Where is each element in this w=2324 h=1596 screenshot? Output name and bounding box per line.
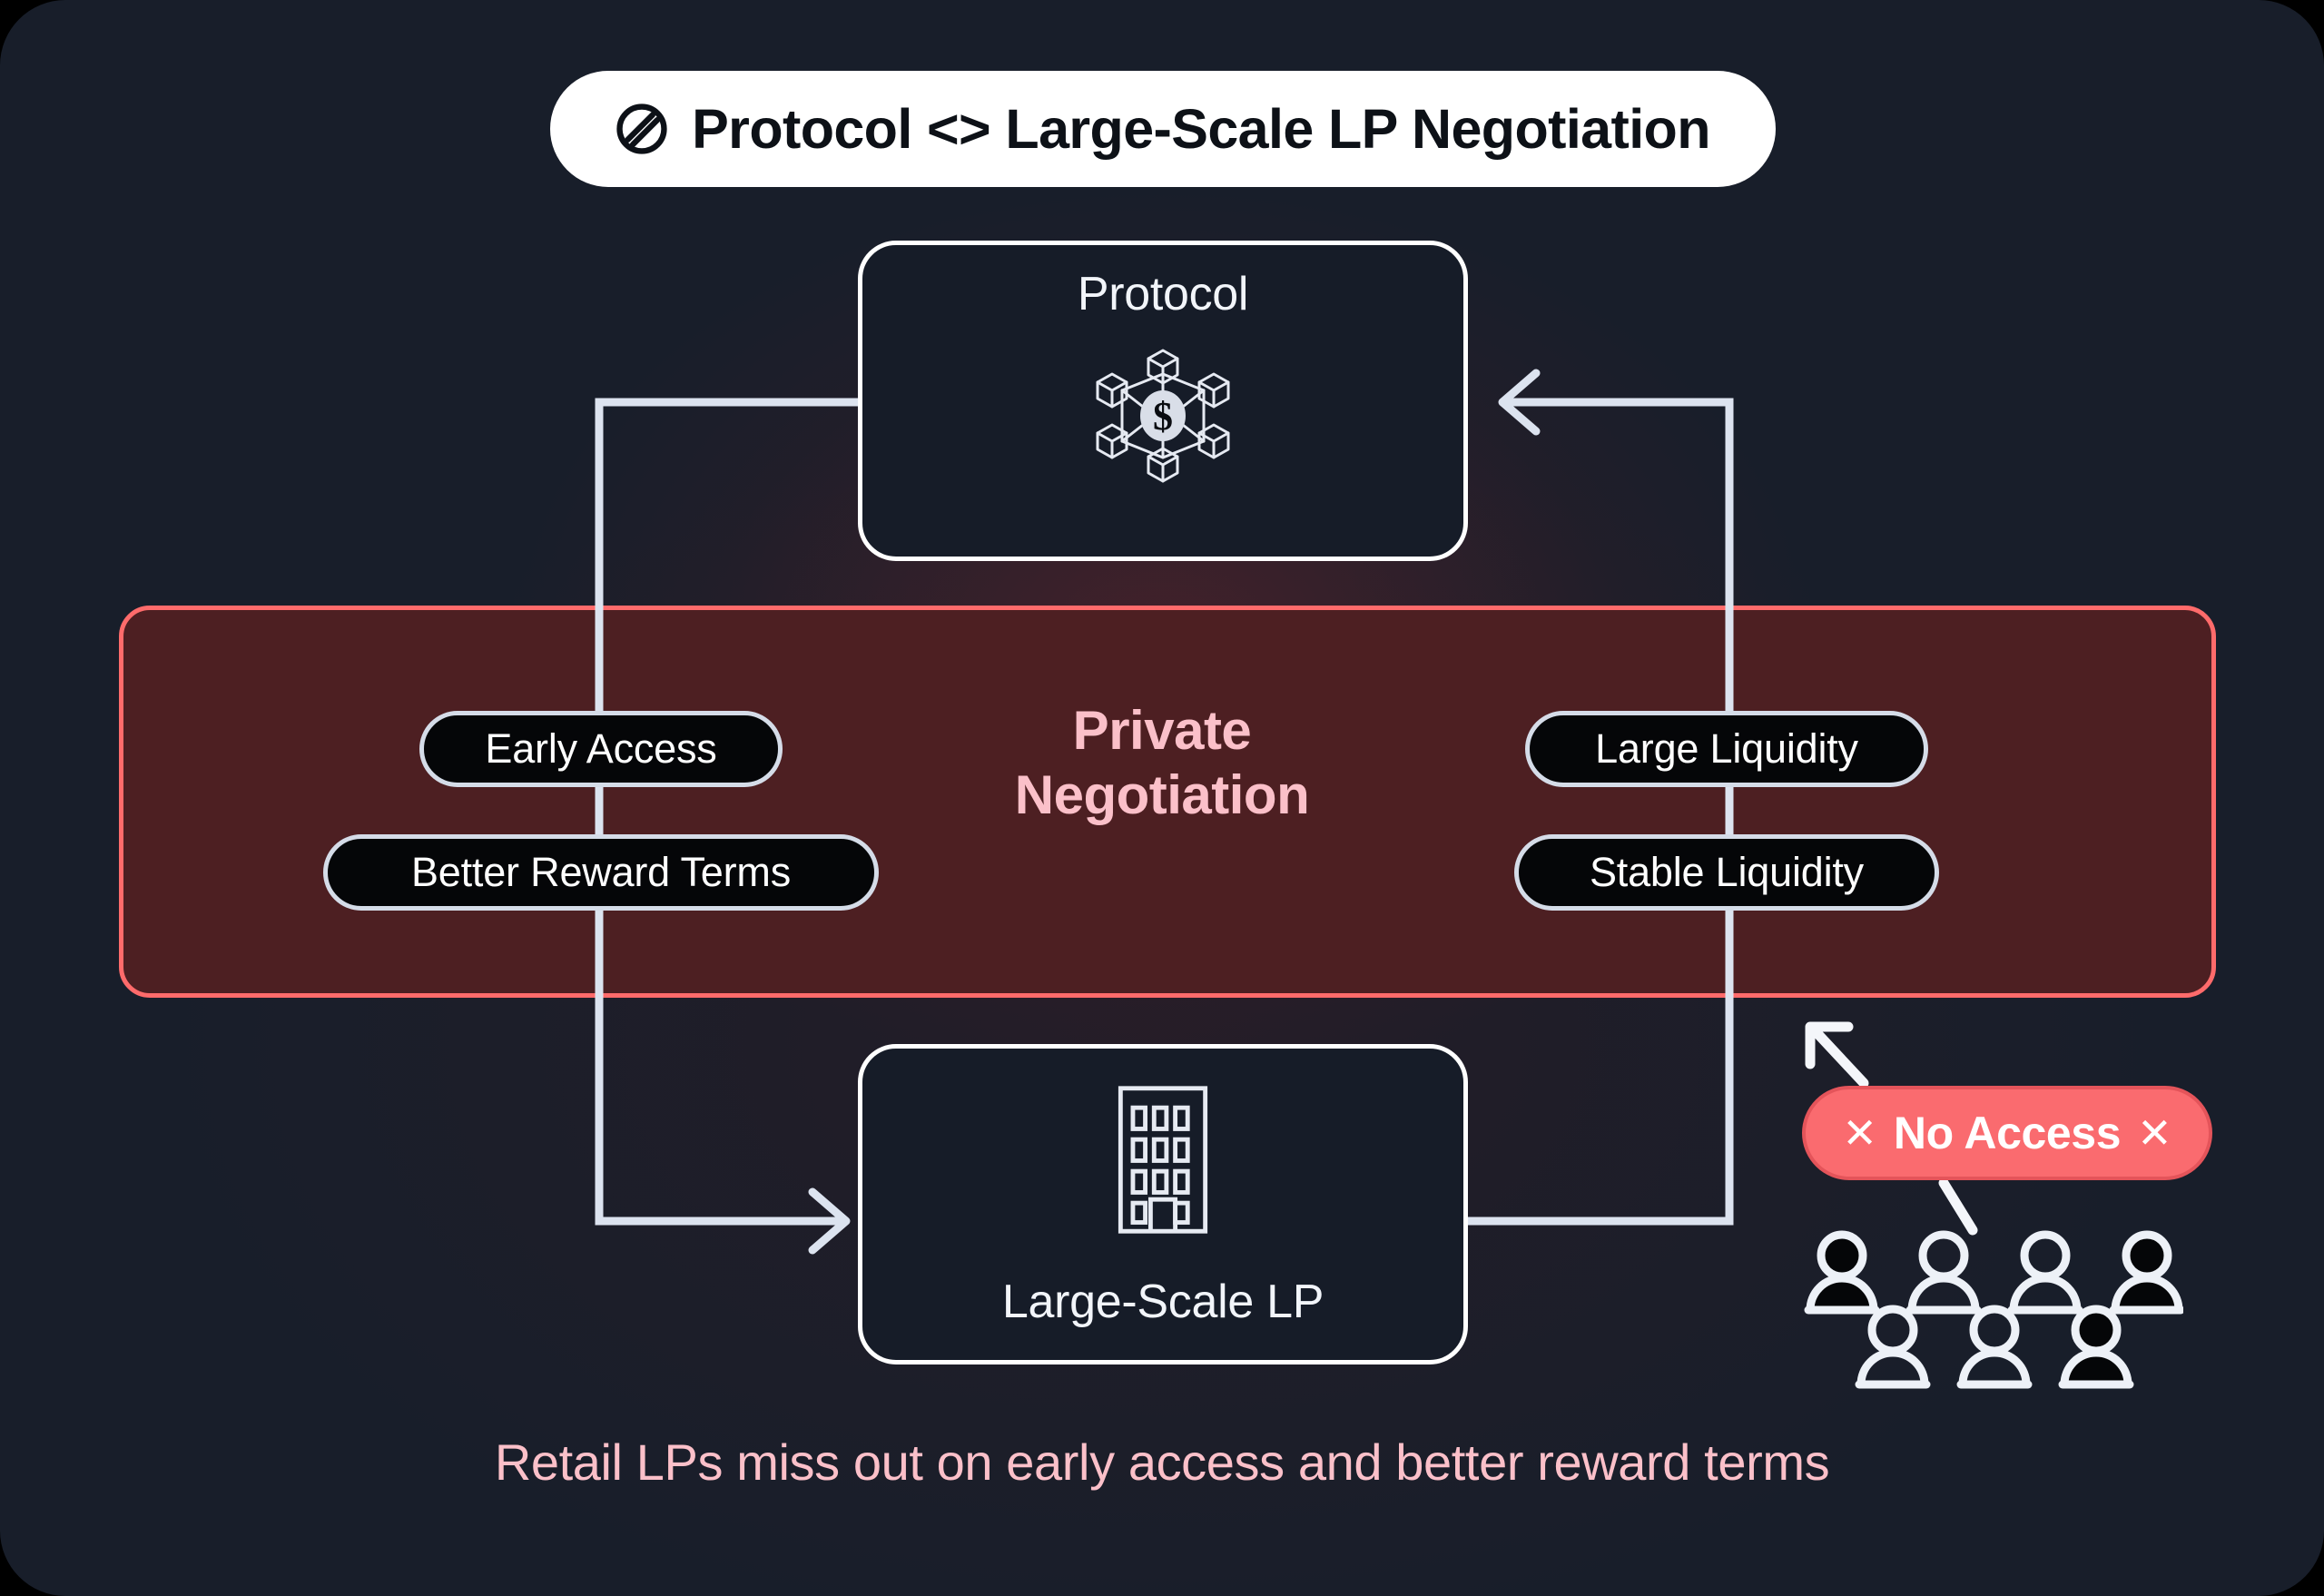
person-icon xyxy=(2058,1305,2134,1389)
person-icon xyxy=(1804,1230,1880,1315)
blockchain-network-dollar-icon: $ xyxy=(1096,349,1230,483)
no-access-badge[interactable]: ✕ No Access ✕ xyxy=(1802,1086,2212,1180)
negotiation-title-line2: Negotiation xyxy=(1014,764,1310,825)
pill-large-liquidity[interactable]: Large Liquidity xyxy=(1525,711,1928,787)
no-access-label: No Access xyxy=(1893,1108,2122,1158)
x-mark-left-icon: ✕ xyxy=(1842,1109,1877,1157)
barred-circle-icon xyxy=(616,103,667,154)
pill-early-access-label: Early Access xyxy=(485,725,717,772)
pill-better-reward-terms-label: Better Reward Terms xyxy=(410,849,791,895)
people-group-icon xyxy=(1804,1230,2183,1389)
page-title: Protocol <> Large-Scale LP Negotiation xyxy=(692,98,1710,160)
person-icon xyxy=(2109,1230,2183,1315)
protocol-label: Protocol xyxy=(1077,268,1249,320)
person-icon xyxy=(1855,1305,1931,1389)
pill-large-liquidity-label: Large Liquidity xyxy=(1595,725,1858,772)
large-scale-lp-node[interactable]: Large-Scale LP xyxy=(858,1044,1468,1364)
protocol-node[interactable]: Protocol $ xyxy=(858,241,1468,561)
arrowhead-to-lp xyxy=(808,1187,851,1255)
diagram-caption: Retail LPs miss out on early access and … xyxy=(494,1433,1830,1491)
pill-early-access[interactable]: Early Access xyxy=(419,711,783,787)
large-scale-lp-label: Large-Scale LP xyxy=(1001,1276,1324,1328)
office-building-icon xyxy=(1118,1086,1208,1234)
person-icon xyxy=(1905,1230,1982,1315)
x-mark-right-icon: ✕ xyxy=(2137,1109,2172,1157)
private-negotiation-title: Private Negotiation xyxy=(962,699,1362,828)
pill-better-reward-terms[interactable]: Better Reward Terms xyxy=(323,834,879,911)
svg-text:$: $ xyxy=(1153,394,1173,438)
person-icon xyxy=(1956,1305,2033,1389)
negotiation-title-line1: Private xyxy=(1072,700,1252,761)
pill-stable-liquidity[interactable]: Stable Liquidity xyxy=(1514,834,1939,911)
arrowhead-to-protocol xyxy=(1498,369,1541,436)
pill-stable-liquidity-label: Stable Liquidity xyxy=(1589,849,1864,895)
diagram-canvas: Protocol <> Large-Scale LP Negotiation P… xyxy=(0,0,2324,1596)
diagram-title-pill: Protocol <> Large-Scale LP Negotiation xyxy=(550,71,1776,187)
no-access-pointer-down xyxy=(1938,1177,1978,1236)
no-access-arrow-up xyxy=(1805,1021,1869,1089)
person-icon xyxy=(2007,1230,2083,1315)
